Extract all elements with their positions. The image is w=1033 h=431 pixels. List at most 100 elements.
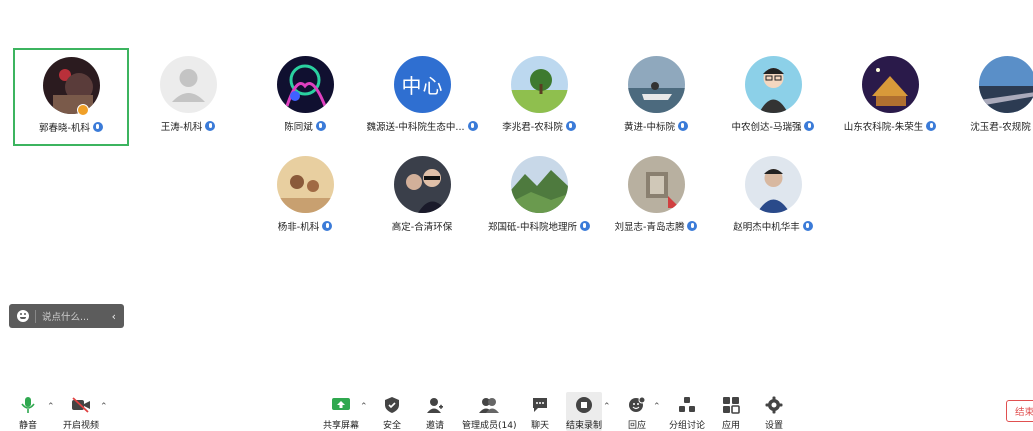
avatar <box>628 56 685 113</box>
participant-tile[interactable]: 黄进-中标院 <box>598 48 714 146</box>
settings-button[interactable]: 设置 <box>763 395 785 431</box>
end-meeting-button[interactable]: 结束会议 <box>1006 400 1033 422</box>
participant-name: 高定-合清环保 <box>391 222 453 233</box>
shield-icon <box>381 395 403 415</box>
add-user-icon <box>424 395 446 415</box>
mic-icon <box>802 221 813 231</box>
apps-button[interactable]: 应用 <box>720 395 742 431</box>
stop-recording-button[interactable]: 结束录制 <box>566 395 602 431</box>
mute-button[interactable]: 静音 <box>17 395 39 431</box>
participant-name: 郑国砥-中科院地理所 <box>488 222 577 233</box>
mic-icon <box>687 221 698 231</box>
chevron-up-icon[interactable]: ⌃ <box>653 402 661 412</box>
mic-icon <box>315 121 326 131</box>
avatar <box>277 56 334 113</box>
mic-icon <box>92 122 103 132</box>
security-label: 安全 <box>382 421 401 431</box>
avatar <box>43 57 100 114</box>
participant-name: 李兆君-农科院 <box>502 122 563 133</box>
breakout-rooms-button[interactable]: 分组讨论 <box>669 395 705 431</box>
security-button[interactable]: 安全 <box>381 395 403 431</box>
avatar: 中心 <box>394 56 451 113</box>
participant-tile[interactable]: 陈同斌 <box>247 48 363 146</box>
chevron-up-icon[interactable]: ⌃ <box>603 402 611 412</box>
mic-icon <box>804 121 815 131</box>
chevron-up-icon[interactable]: ⌃ <box>47 402 55 412</box>
record-label: 结束录制 <box>566 421 603 431</box>
chat-button[interactable]: 聊天 <box>529 395 551 431</box>
invite-button[interactable]: 邀请 <box>424 395 446 431</box>
participant-tile[interactable]: 中心 魏源送-中科院生态中... <box>364 48 480 146</box>
meeting-window: 郭春晓-机科 王涛-机科 陈同斌 中心 魏源送-中科院生态中... 李兆君-农科… <box>0 0 1033 431</box>
participant-name: 黄进-中标院 <box>624 122 675 133</box>
invite-label: 邀请 <box>425 421 444 431</box>
avatar <box>745 56 802 113</box>
mic-icon <box>579 221 590 231</box>
avatar <box>394 156 451 213</box>
share-label: 共享屏幕 <box>323 421 360 431</box>
divider <box>35 309 36 323</box>
participant-tile[interactable]: 高定-合清环保 <box>364 148 480 246</box>
video-off-icon <box>70 395 92 415</box>
reaction-icon <box>626 395 648 415</box>
mic-icon <box>205 121 216 131</box>
breakout-label: 分组讨论 <box>669 421 706 431</box>
settings-label: 设置 <box>764 421 783 431</box>
avatar <box>160 56 217 113</box>
participant-tile[interactable]: 杨非-机科 <box>247 148 363 246</box>
participant-tile[interactable]: 山东农科院-朱荣生 <box>832 48 948 146</box>
chat-label: 聊天 <box>530 421 549 431</box>
participant-tile[interactable]: 沈玉君-农规院 <box>949 48 1033 146</box>
avatar <box>862 56 919 113</box>
host-badge <box>77 104 89 116</box>
participant-tile[interactable]: 郑国砥-中科院地理所 <box>481 148 597 246</box>
share-screen-icon <box>330 395 352 415</box>
mic-icon <box>565 121 576 131</box>
gear-icon <box>763 395 785 415</box>
participant-tile[interactable]: 刘显志-青岛志腾 <box>598 148 714 246</box>
participant-name: 郭春晓-机科 <box>39 123 90 134</box>
avatar <box>979 56 1033 113</box>
members-label: 管理成员(14) <box>462 421 517 431</box>
avatar <box>628 156 685 213</box>
reaction-label: 回应 <box>627 421 646 431</box>
participant-name: 刘显志-青岛志腾 <box>614 222 685 233</box>
apps-label: 应用 <box>721 421 740 431</box>
start-video-button[interactable]: 开启视频 <box>63 395 99 431</box>
stop-record-icon <box>573 395 595 415</box>
mic-icon <box>677 121 688 131</box>
video-label: 开启视频 <box>63 421 100 431</box>
mic-icon <box>467 121 478 131</box>
chevron-left-icon[interactable]: ‹ <box>112 310 116 323</box>
participant-name: 王涛-机科 <box>160 122 203 133</box>
participant-tile[interactable]: 中农创达-马瑞强 <box>715 48 831 146</box>
chevron-up-icon[interactable]: ⌃ <box>100 402 108 412</box>
avatar <box>745 156 802 213</box>
participant-name: 杨非-机科 <box>277 222 320 233</box>
chat-input-box[interactable]: 说点什么... ‹ <box>9 304 124 328</box>
participant-name: 陈同斌 <box>284 122 313 133</box>
participant-name: 魏源送-中科院生态中... <box>366 122 465 133</box>
chevron-up-icon[interactable]: ⌃ <box>360 402 368 412</box>
apps-grid-icon <box>720 395 742 415</box>
participant-tile[interactable]: 李兆君-农科院 <box>481 48 597 146</box>
mute-label: 静音 <box>18 421 37 431</box>
manage-members-button[interactable]: 管理成员(14) <box>462 395 516 431</box>
participant-tile[interactable]: 赵明杰中机华丰 <box>715 148 831 246</box>
participant-name: 沈玉君-农规院 <box>970 122 1031 133</box>
participant-tile[interactable]: 王涛-机科 <box>130 48 246 146</box>
participant-tile[interactable]: 郭春晓-机科 <box>13 48 129 146</box>
members-icon <box>478 395 500 415</box>
avatar <box>277 156 334 213</box>
participant-name: 中农创达-马瑞强 <box>731 122 802 133</box>
end-meeting-label: 结束会议 <box>1015 407 1033 418</box>
reaction-button[interactable]: 回应 <box>626 395 648 431</box>
chat-placeholder: 说点什么... <box>42 312 90 323</box>
mic-icon <box>926 121 937 131</box>
microphone-icon <box>17 395 39 415</box>
chat-bubble-icon <box>529 395 551 415</box>
avatar <box>511 156 568 213</box>
share-screen-button[interactable]: 共享屏幕 <box>323 395 359 431</box>
emoji-icon[interactable] <box>17 310 29 322</box>
mic-icon <box>322 221 333 231</box>
